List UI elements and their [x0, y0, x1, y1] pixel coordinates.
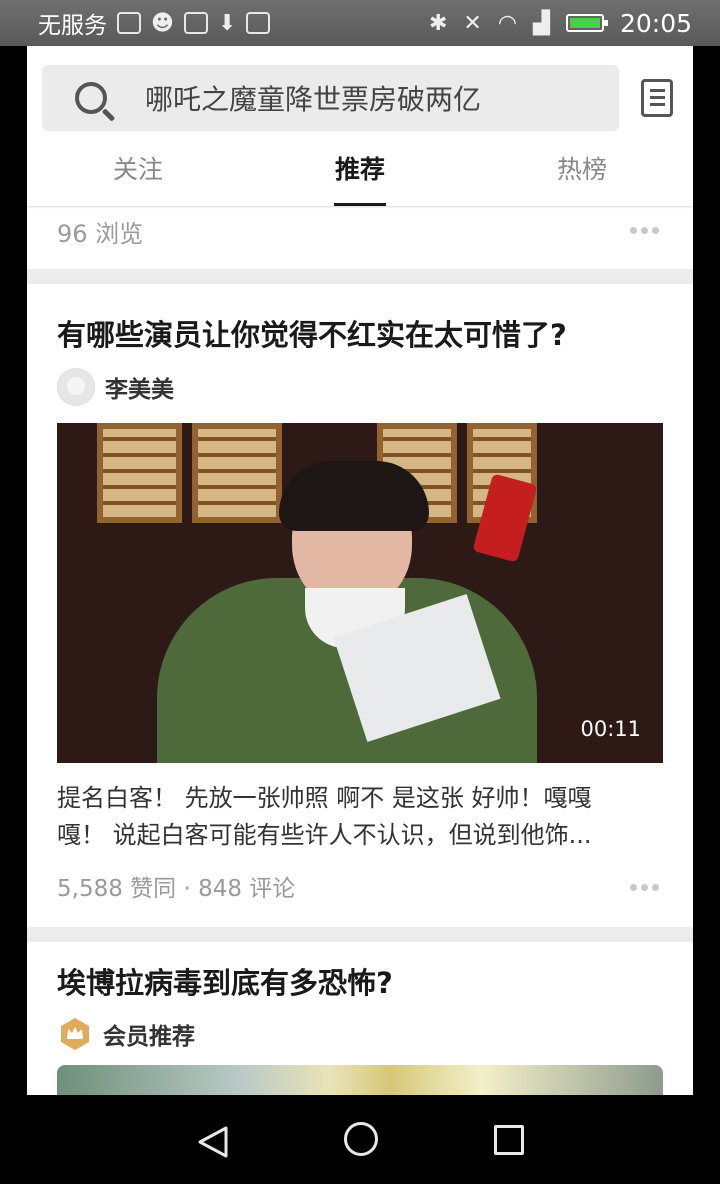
search-icon [75, 82, 107, 114]
article-thumbnail[interactable] [57, 1065, 663, 1095]
android-icon: ☻ [151, 10, 174, 36]
notification-icon [183, 12, 208, 34]
crown-icon [57, 1016, 93, 1052]
mute-icon: ✕ [463, 10, 482, 36]
tab-recommended[interactable]: 推荐 [249, 146, 471, 206]
author-name[interactable]: 李美美 [105, 370, 174, 404]
feed-card[interactable]: 埃博拉病毒到底有多恐怖? 会员推荐 [27, 942, 693, 1095]
app-screen: 哪吒之魔童降世票房破两亿 关注 推荐 热榜 96 浏览 有哪些演员让你觉得不红实… [27, 46, 693, 1095]
view-count: 96 浏览 [57, 220, 144, 248]
answer-stats: 5,588 赞同 · 848 评论 [57, 876, 296, 902]
bluetooth-icon: ✱ [428, 10, 448, 36]
battery-icon [565, 14, 608, 32]
more-options-icon[interactable] [630, 227, 659, 234]
author-name[interactable]: 会员推荐 [103, 1017, 195, 1051]
tab-bar: 关注 推荐 热榜 [27, 146, 693, 206]
document-icon[interactable] [641, 79, 673, 117]
video-thumbnail[interactable]: 00:11 [57, 423, 663, 763]
tab-hot-list[interactable]: 热榜 [471, 146, 693, 206]
home-icon[interactable] [344, 1122, 378, 1156]
clock: 20:05 [619, 8, 692, 38]
notification-icon [117, 12, 141, 34]
navigation-bar [0, 1095, 720, 1184]
recent-apps-icon[interactable] [494, 1125, 524, 1155]
background-window [192, 423, 282, 523]
download-icon: ⬇ [217, 10, 237, 36]
status-bar: 无服务 ☻ ⬇ ✱ ✕ ◠ ▟ 20:05 [0, 0, 720, 46]
answer-excerpt[interactable]: 提名白客！ 先放一张帅照 啊不 是这张 好帅！嘎嘎 嘎！ 说起白客可能有些许人不… [57, 780, 647, 854]
search-query: 哪吒之魔童降世票房破两亿 [145, 83, 482, 116]
avatar[interactable] [57, 368, 95, 406]
excerpt-line: 提名白客！ 先放一张帅照 啊不 是这张 好帅！嘎嘎 [57, 784, 592, 812]
notification-icon [246, 12, 271, 34]
author-row[interactable]: 会员推荐 [57, 1016, 195, 1052]
carrier-label: 无服务 [38, 13, 107, 39]
feed-card[interactable]: 有哪些演员让你觉得不红实在太可惜了? 李美美 00:11 提名白客！ 先放一张帅… [27, 284, 693, 927]
more-options-icon[interactable] [630, 884, 659, 891]
feed-card[interactable]: 96 浏览 [27, 206, 693, 269]
tab-following[interactable]: 关注 [27, 146, 249, 206]
author-row[interactable]: 李美美 [57, 368, 174, 406]
signal-icon: ▟ [533, 10, 550, 36]
search-bar[interactable]: 哪吒之魔童降世票房破两亿 [42, 65, 619, 131]
question-title[interactable]: 有哪些演员让你觉得不红实在太可惜了? [57, 312, 567, 354]
video-duration: 00:11 [580, 717, 641, 741]
back-icon[interactable] [196, 1125, 230, 1159]
header: 哪吒之魔童降世票房破两亿 关注 推荐 热榜 [27, 46, 693, 206]
question-title[interactable]: 埃博拉病毒到底有多恐怖? [57, 960, 393, 1002]
excerpt-line: 嘎！ 说起白客可能有些许人不认识，但说到他饰... [57, 821, 592, 849]
wifi-icon: ◠ [497, 10, 518, 36]
background-window [97, 423, 182, 523]
video-figure-hair [279, 461, 429, 531]
